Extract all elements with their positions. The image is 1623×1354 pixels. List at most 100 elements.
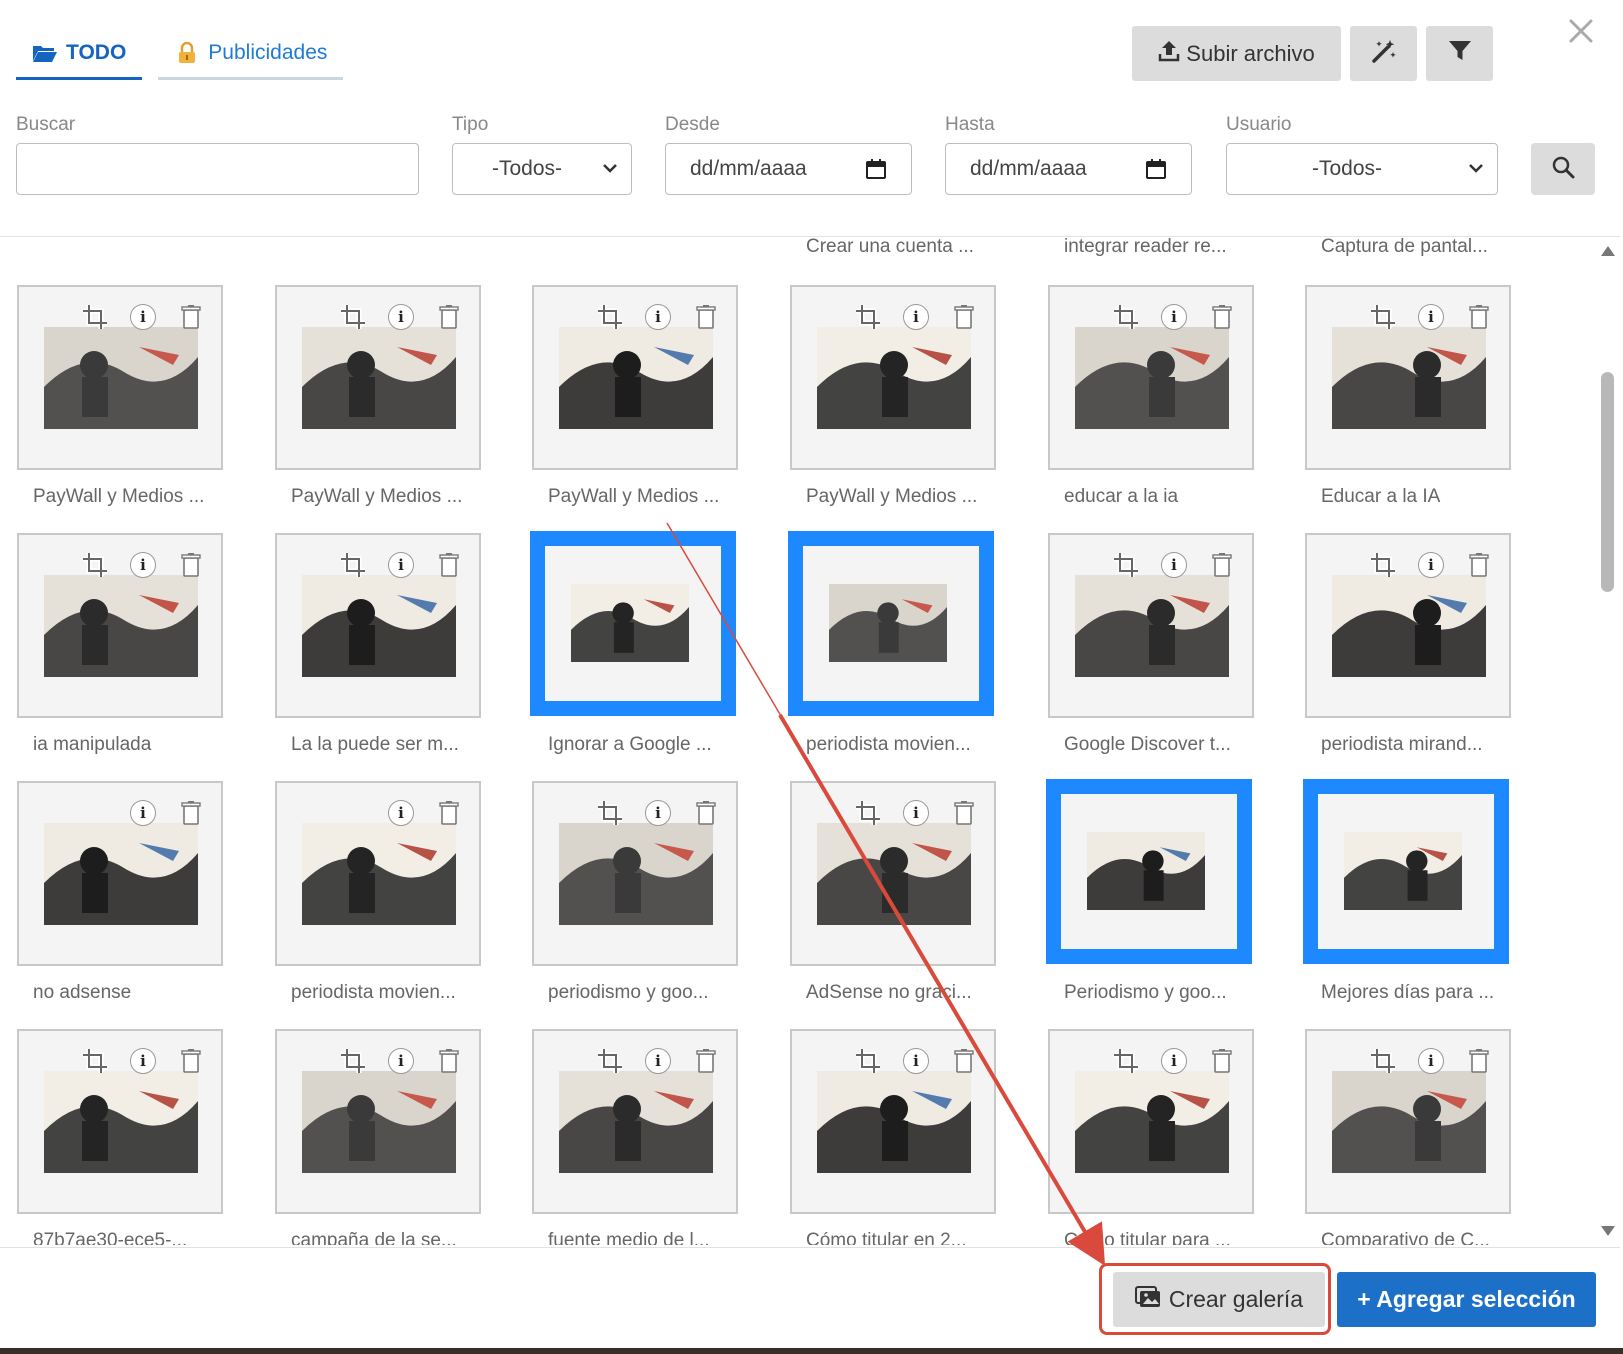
crop-icon[interactable] xyxy=(1369,1047,1397,1075)
scrollbar-thumb[interactable] xyxy=(1601,372,1614,592)
info-icon[interactable]: i xyxy=(129,303,157,331)
close-icon[interactable] xyxy=(1568,14,1594,50)
media-tile[interactable]: i xyxy=(17,533,223,718)
hasta-date-input[interactable]: dd/mm/aaaa xyxy=(945,143,1192,195)
info-icon[interactable]: i xyxy=(902,799,930,827)
media-tile[interactable]: i xyxy=(532,1029,738,1214)
crop-icon[interactable] xyxy=(596,799,624,827)
info-icon[interactable]: i xyxy=(644,303,672,331)
media-tile[interactable]: i xyxy=(17,285,223,470)
media-tile[interactable]: i xyxy=(1048,285,1254,470)
media-tile[interactable]: i xyxy=(790,781,996,966)
trash-icon[interactable] xyxy=(435,799,463,827)
trash-icon[interactable] xyxy=(177,1047,205,1075)
trash-icon[interactable] xyxy=(1208,551,1236,579)
crop-icon[interactable] xyxy=(596,303,624,331)
media-tile[interactable]: i xyxy=(532,781,738,966)
info-icon[interactable]: i xyxy=(902,303,930,331)
info-icon[interactable]: i xyxy=(644,1047,672,1075)
trash-icon[interactable] xyxy=(177,551,205,579)
media-tile[interactable]: i xyxy=(275,285,481,470)
crop-icon[interactable] xyxy=(596,1047,624,1075)
magic-wand-button[interactable] xyxy=(1350,26,1417,81)
crop-icon[interactable] xyxy=(1112,1047,1140,1075)
trash-icon[interactable] xyxy=(1208,1047,1236,1075)
scroll-up-arrow-icon[interactable] xyxy=(1601,246,1615,256)
crop-icon[interactable] xyxy=(81,1047,109,1075)
media-tile[interactable]: i xyxy=(1048,533,1254,718)
usuario-select[interactable]: -Todos- xyxy=(1226,143,1498,195)
media-tile[interactable]: i xyxy=(1305,1029,1511,1214)
info-icon[interactable]: i xyxy=(387,303,415,331)
crop-icon[interactable] xyxy=(1369,551,1397,579)
media-tile[interactable] xyxy=(530,531,736,716)
media-tile[interactable]: i xyxy=(532,285,738,470)
info-icon[interactable]: i xyxy=(129,799,157,827)
media-tile[interactable]: i xyxy=(1048,1029,1254,1214)
info-icon[interactable]: i xyxy=(1417,551,1445,579)
info-icon[interactable]: i xyxy=(644,799,672,827)
trash-icon[interactable] xyxy=(950,303,978,331)
info-icon[interactable]: i xyxy=(1417,1047,1445,1075)
info-icon[interactable]: i xyxy=(902,1047,930,1075)
trash-icon[interactable] xyxy=(177,303,205,331)
media-tile[interactable]: i xyxy=(17,781,223,966)
media-tile[interactable]: i xyxy=(790,285,996,470)
info-icon[interactable]: i xyxy=(1160,1047,1188,1075)
crop-icon[interactable] xyxy=(339,551,367,579)
info-icon[interactable]: i xyxy=(129,551,157,579)
tipo-select[interactable]: -Todos- xyxy=(452,143,632,195)
create-gallery-button[interactable]: Crear galería xyxy=(1113,1272,1325,1327)
info-icon[interactable]: i xyxy=(387,799,415,827)
trash-icon[interactable] xyxy=(435,551,463,579)
media-tile[interactable]: i xyxy=(1305,533,1511,718)
info-icon[interactable]: i xyxy=(1417,303,1445,331)
trash-icon[interactable] xyxy=(692,303,720,331)
media-tile[interactable]: i xyxy=(1305,285,1511,470)
media-tile[interactable]: i xyxy=(275,1029,481,1214)
trash-icon[interactable] xyxy=(435,1047,463,1075)
info-icon[interactable]: i xyxy=(1160,303,1188,331)
trash-icon[interactable] xyxy=(692,799,720,827)
filter-button[interactable] xyxy=(1426,26,1493,81)
trash-icon[interactable] xyxy=(1465,303,1493,331)
crop-icon[interactable] xyxy=(339,1047,367,1075)
crop-icon[interactable] xyxy=(854,799,882,827)
media-tile[interactable]: i xyxy=(790,1029,996,1214)
add-selection-button[interactable]: + Agregar selección xyxy=(1337,1272,1596,1327)
crop-icon[interactable] xyxy=(854,1047,882,1075)
info-icon[interactable]: i xyxy=(387,551,415,579)
tab-todo[interactable]: TODO xyxy=(16,28,143,80)
tab-publicidades[interactable]: Publicidades xyxy=(158,28,344,80)
trash-icon[interactable] xyxy=(177,799,205,827)
trash-icon[interactable] xyxy=(950,1047,978,1075)
trash-icon[interactable] xyxy=(950,799,978,827)
trash-icon[interactable] xyxy=(1465,551,1493,579)
media-tile[interactable]: i xyxy=(275,533,481,718)
media-tile[interactable] xyxy=(1046,779,1252,964)
info-icon[interactable]: i xyxy=(129,1047,157,1075)
crop-icon[interactable] xyxy=(339,303,367,331)
media-tile[interactable] xyxy=(788,531,994,716)
trash-icon[interactable] xyxy=(1208,303,1236,331)
trash-icon[interactable] xyxy=(435,303,463,331)
trash-icon[interactable] xyxy=(1465,1047,1493,1075)
search-input[interactable] xyxy=(16,143,419,195)
crop-icon[interactable] xyxy=(81,303,109,331)
calendar-icon[interactable] xyxy=(865,158,887,186)
crop-icon[interactable] xyxy=(1112,303,1140,331)
scrollbar[interactable] xyxy=(1598,240,1618,1242)
trash-icon[interactable] xyxy=(692,1047,720,1075)
desde-date-input[interactable]: dd/mm/aaaa xyxy=(665,143,912,195)
crop-icon[interactable] xyxy=(81,551,109,579)
scroll-down-arrow-icon[interactable] xyxy=(1601,1226,1615,1236)
media-tile[interactable] xyxy=(1303,779,1509,964)
media-tile[interactable]: i xyxy=(17,1029,223,1214)
upload-file-button[interactable]: Subir archivo xyxy=(1132,26,1341,81)
media-tile[interactable]: i xyxy=(275,781,481,966)
crop-icon[interactable] xyxy=(1112,551,1140,579)
info-icon[interactable]: i xyxy=(1160,551,1188,579)
calendar-icon[interactable] xyxy=(1145,158,1167,186)
crop-icon[interactable] xyxy=(1369,303,1397,331)
search-button[interactable] xyxy=(1531,143,1595,195)
